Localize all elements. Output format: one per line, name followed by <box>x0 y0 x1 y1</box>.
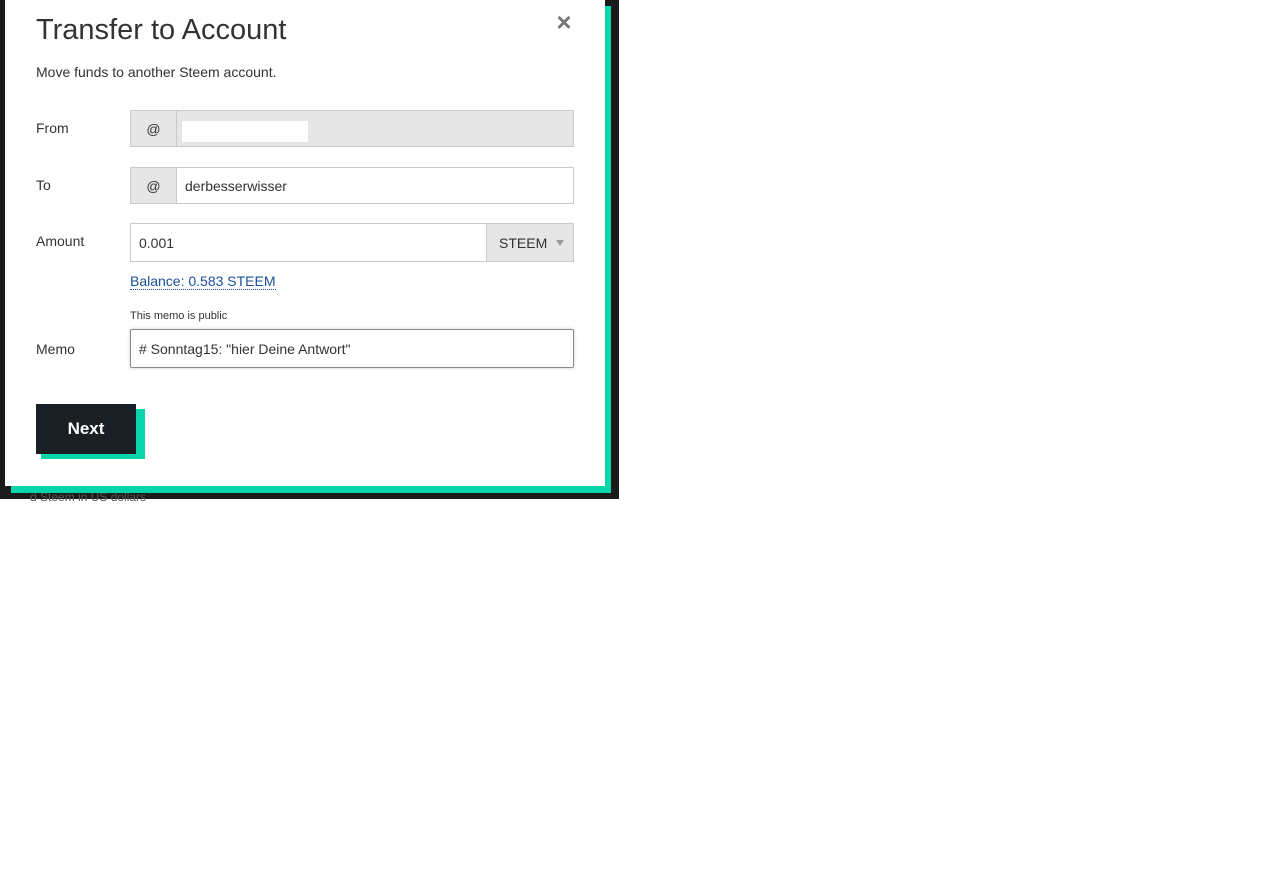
amount-field-group: STEEM <box>130 223 574 262</box>
memo-input[interactable] <box>130 329 574 368</box>
to-at-prefix: @ <box>131 168 177 203</box>
next-button[interactable]: Next <box>36 404 136 454</box>
dialog-title: Transfer to Account <box>36 14 287 46</box>
from-at-prefix: @ <box>131 111 177 146</box>
from-label: From <box>36 120 69 136</box>
amount-label: Amount <box>36 233 85 249</box>
to-field-group: @ <box>130 167 574 204</box>
asset-select-value: STEEM <box>499 234 548 251</box>
memo-public-hint: This memo is public <box>130 310 228 322</box>
balance-link[interactable]: Balance: 0.583 STEEM <box>130 273 276 290</box>
dialog-subtitle: Move funds to another Steem account. <box>36 64 277 80</box>
transfer-dialog: × Transfer to Account Move funds to anot… <box>5 0 605 486</box>
memo-label: Memo <box>36 341 75 357</box>
to-input[interactable] <box>177 168 573 203</box>
from-field-group: @ <box>130 110 574 147</box>
from-redacted-value <box>182 121 308 142</box>
asset-select[interactable]: STEEM <box>486 224 573 261</box>
chevron-down-icon <box>556 240 564 246</box>
to-label: To <box>36 177 51 193</box>
amount-input[interactable] <box>131 224 486 261</box>
close-icon[interactable]: × <box>555 9 573 35</box>
